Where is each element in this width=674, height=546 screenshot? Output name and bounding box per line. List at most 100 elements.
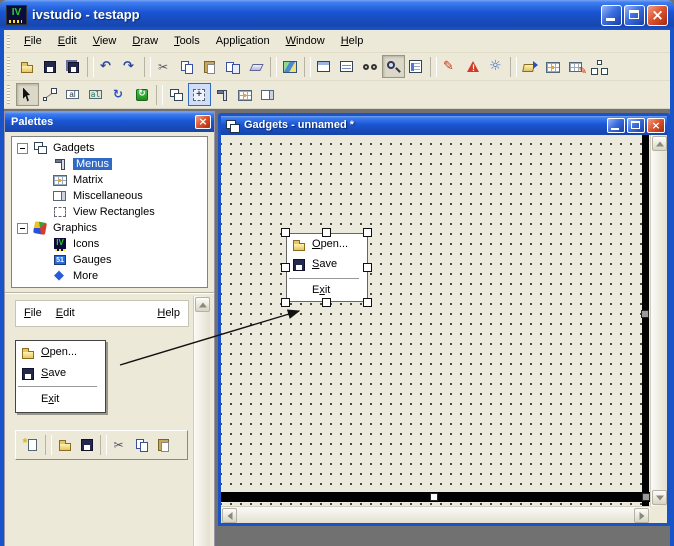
sample-menu-file[interactable]: File [24,301,42,326]
tree-item-view-rectangles[interactable]: View Rectangles [12,204,207,220]
selection-handle-mid-left[interactable] [281,263,290,272]
gadgets-titlebar[interactable]: Gadgets - unnamed * [221,116,667,135]
scroll-left-button[interactable] [222,508,237,523]
gadgets-window-icon[interactable] [225,119,240,132]
menu-item-save[interactable]: Save [16,362,105,383]
child-minimize-button[interactable] [607,118,625,133]
selection-handle-bottom-left[interactable] [281,298,290,307]
horizontal-scrollbar[interactable] [221,506,650,523]
tree-item-miscellaneous[interactable]: Miscellaneous [12,188,207,204]
sample-paste-button[interactable] [153,434,175,456]
erase-button[interactable] [245,55,268,78]
maximize-button[interactable] [624,5,645,26]
edit-button[interactable] [439,55,462,78]
misc-palette-button[interactable] [257,83,280,106]
copy-button[interactable] [176,55,199,78]
lcd-label-button[interactable] [85,83,108,106]
gadgets-canvas[interactable]: Open...Save Exit [221,135,650,506]
selection-handle-top-left[interactable] [281,228,290,237]
image-button[interactable] [279,55,302,78]
scroll-down-button[interactable] [652,490,667,505]
menu-item-save[interactable]: Save [287,254,367,274]
form-button[interactable] [405,55,428,78]
selection-handle-bottom-right[interactable] [363,298,372,307]
scroll-up-button[interactable] [195,297,210,312]
tree-item-menus[interactable]: Menus [12,156,207,172]
sample-new-button[interactable] [21,434,43,456]
menu-item-exit[interactable]: Exit [16,388,105,409]
tree-item-more[interactable]: More [12,268,207,284]
menu-tools[interactable]: Tools [166,31,208,51]
inspect-button[interactable] [382,55,405,78]
selection-handle-bottom-center[interactable] [322,298,331,307]
save-button[interactable] [39,55,62,78]
matrix-palette-button[interactable] [234,83,257,106]
popup-menu-sample[interactable]: Open...Save Exit [15,340,106,413]
find-button[interactable] [359,55,382,78]
dialog-button[interactable] [336,55,359,78]
scroll-right-button[interactable] [634,508,649,523]
selection-handle-mid-right[interactable] [363,263,372,272]
tree-item-gadgets[interactable]: Gadgets [12,140,207,156]
toolbar-gripper[interactable] [7,85,10,104]
menu-help[interactable]: Help [333,31,372,51]
undo-button[interactable] [96,55,119,78]
error-button[interactable] [462,55,485,78]
page-resize-handle-right[interactable] [641,310,649,318]
group-button[interactable] [588,55,611,78]
canvas-menu-widget[interactable]: Open...Save Exit [286,233,368,302]
edit-points-button[interactable] [39,83,62,106]
matrix-button[interactable] [542,55,565,78]
test-panel-button[interactable] [313,55,336,78]
open-panel-button[interactable] [519,55,542,78]
palette-scrollbar[interactable] [193,296,210,546]
menu-window[interactable]: Window [278,31,333,51]
select-button[interactable] [16,83,39,106]
sample-menu-edit[interactable]: Edit [56,301,75,326]
debug-button[interactable] [485,55,508,78]
menu-file[interactable]: File [16,31,50,51]
main-titlebar[interactable]: ivstudio - testapp [0,0,674,30]
toolbar-gripper[interactable] [7,34,10,48]
sample-open-button[interactable] [54,434,76,456]
toolbar-gripper[interactable] [7,57,10,76]
focus-button[interactable] [188,83,211,106]
menu-item-open[interactable]: Open... [287,234,367,254]
selection-handle-top-center[interactable] [322,228,331,237]
cut-button[interactable] [153,55,176,78]
arrange-button[interactable] [165,83,188,106]
scroll-up-button[interactable] [652,136,667,151]
sample-save-button[interactable] [76,434,98,456]
tree-item-gauges[interactable]: Gauges [12,252,207,268]
save-all-button[interactable] [62,55,85,78]
redo-button[interactable] [119,55,142,78]
selection-handle-top-right[interactable] [363,228,372,237]
refresh-button[interactable] [131,83,154,106]
duplicate-button[interactable] [222,55,245,78]
close-button[interactable] [647,5,668,26]
sample-copy-button[interactable] [131,434,153,456]
paste-button[interactable] [199,55,222,78]
child-maximize-button[interactable] [627,118,645,133]
menu-edit[interactable]: Edit [50,31,85,51]
menu-draw[interactable]: Draw [124,31,166,51]
child-close-button[interactable] [647,118,665,133]
sample-cut-button[interactable] [109,434,131,456]
tree-expander[interactable] [17,223,28,234]
palettes-titlebar[interactable]: Palettes [5,112,214,132]
menu-item-exit[interactable]: Exit [287,280,367,300]
minimize-button[interactable] [601,5,622,26]
label-button[interactable] [62,83,85,106]
open-button[interactable] [16,55,39,78]
tree-item-matrix[interactable]: Matrix [12,172,207,188]
menu-item-open[interactable]: Open... [16,341,105,362]
tree-expander[interactable] [17,143,28,154]
menu-view[interactable]: View [85,31,125,51]
sample-menu-help[interactable]: Help [157,301,180,326]
page-resize-handle-bottom[interactable] [430,493,438,501]
vertical-scrollbar[interactable] [650,135,667,506]
palettes-close-button[interactable] [195,115,211,129]
tree-item-graphics[interactable]: Graphics [12,220,207,236]
menus-palette-button[interactable] [211,83,234,106]
rotate-button[interactable] [108,83,131,106]
